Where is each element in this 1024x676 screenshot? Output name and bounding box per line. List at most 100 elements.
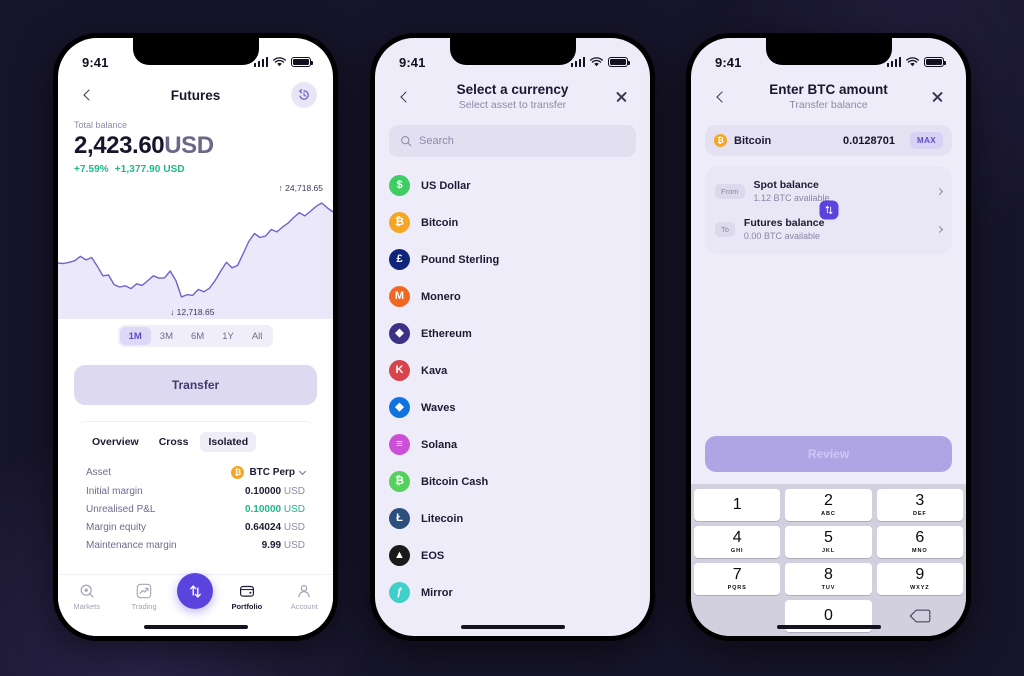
position-row-value: 9.99 USD	[262, 540, 305, 551]
period-chip-1y[interactable]: 1Y	[213, 327, 243, 345]
signal-bars-icon	[570, 57, 585, 67]
period-chip-6m[interactable]: 6M	[182, 327, 213, 345]
currency-name: Kava	[421, 364, 448, 377]
history-icon	[299, 89, 309, 100]
numeric-keypad[interactable]: 1 2 ABC 3 DEF 4 GHI 5 JKL 6 MNO 7 PQRS 8 TUV 9 WXYZ 0	[691, 484, 966, 636]
tab-portfolio-label: Portfolio	[231, 602, 263, 611]
to-subtitle: 0.00 BTC available	[743, 231, 820, 241]
keypad-key-8[interactable]: 8 TUV	[785, 563, 872, 595]
page-subtitle: Transfer balance	[789, 99, 868, 111]
transfer-fab[interactable]	[177, 573, 214, 609]
position-row-label: Margin equity	[86, 521, 147, 533]
panel-tab-cross[interactable]: Cross	[151, 432, 197, 452]
balance-change-abs: +1,377.90 USD	[114, 164, 185, 175]
notch	[765, 38, 892, 65]
close-icon	[615, 90, 628, 103]
keypad-digit: 8	[824, 566, 833, 584]
to-tag: To	[715, 221, 735, 237]
keypad-key-9[interactable]: 9 WXYZ	[876, 563, 963, 595]
screen2-title-wrap: Select a currency Select asset to transf…	[417, 82, 608, 111]
close-button[interactable]	[924, 84, 950, 110]
currency-row[interactable]: £ Pound Sterling	[389, 241, 636, 278]
period-chip-all[interactable]: All	[243, 327, 272, 345]
balance-chart[interactable]: ↑ 24,718.65 ↓ 12,718.65	[58, 183, 333, 319]
currency-row[interactable]: ◆ Waves	[389, 389, 636, 426]
position-row-unit: USD	[281, 485, 305, 497]
currency-row[interactable]: ◆ Ethereum	[389, 315, 636, 352]
currency-name: Bitcoin Cash	[421, 475, 489, 488]
screen1-header: Futures	[58, 78, 333, 118]
swap-button[interactable]	[819, 200, 838, 220]
transfer-button[interactable]: Transfer	[74, 365, 317, 405]
currency-row[interactable]: ƒ Mirror	[389, 574, 636, 611]
asset-selector[interactable]: ₿ BTC Perp	[231, 465, 307, 479]
currency-row[interactable]: M Monero	[389, 278, 636, 315]
keypad-key-4[interactable]: 4 GHI	[694, 526, 781, 558]
home-indicator	[143, 625, 248, 629]
currency-name: Pound Sterling	[421, 253, 500, 266]
eos-icon: ▲	[389, 545, 410, 566]
chart-low-label: ↓ 12,718.65	[170, 307, 215, 317]
markets-icon	[80, 584, 94, 598]
balance-change-pct: +7.59%	[74, 164, 109, 175]
screen-enter-amount: 9:41 Enter BTC amount Transfer balance ₿	[691, 38, 966, 636]
currency-row[interactable]: ₿ Bitcoin Cash	[389, 463, 636, 500]
period-chip-1m[interactable]: 1M	[119, 327, 151, 345]
battery-icon	[608, 57, 630, 67]
panel-tab-overview[interactable]: Overview	[84, 432, 147, 452]
back-button[interactable]	[707, 84, 733, 110]
wifi-icon	[906, 57, 919, 67]
screen-futures: 9:41 Futures Total balance 2,423.60USD +…	[58, 38, 333, 636]
tab-account[interactable]: Account	[280, 583, 328, 611]
currency-row[interactable]: Ł Litecoin	[389, 500, 636, 537]
keypad-key-6[interactable]: 6 MNO	[876, 526, 963, 558]
keypad-digit: 5	[824, 529, 833, 547]
keypad-key-5[interactable]: 5 JKL	[785, 526, 872, 558]
tab-trading-label: Trading	[131, 602, 157, 611]
to-title: Futures balance	[743, 217, 825, 229]
keypad-letters: GHI	[730, 547, 744, 554]
currency-row[interactable]: $ US Dollar	[389, 167, 636, 204]
signal-bars-icon	[253, 57, 268, 67]
panel-tab-isolated[interactable]: Isolated	[200, 432, 257, 452]
position-row-number: 0.10000	[244, 503, 282, 515]
currency-row[interactable]: ≡ Solana	[389, 426, 636, 463]
tab-portfolio[interactable]: Portfolio	[223, 583, 271, 611]
positions-tabs: Overview Cross Isolated	[84, 432, 307, 452]
search-input[interactable]: Search	[389, 125, 636, 157]
chevron-down-icon	[298, 467, 307, 475]
keypad-key-2[interactable]: 2 ABC	[785, 489, 872, 521]
tab-account-label: Account	[290, 602, 318, 611]
keypad-backspace[interactable]	[877, 600, 963, 632]
back-button[interactable]	[74, 82, 100, 108]
pound-sterling-icon: £	[389, 249, 410, 270]
period-chip-3m[interactable]: 3M	[151, 327, 182, 345]
position-row-label: Unrealised P&L	[86, 503, 156, 515]
keypad-digit: 2	[824, 492, 833, 510]
close-button[interactable]	[608, 84, 634, 110]
screen3-title-wrap: Enter BTC amount Transfer balance	[733, 82, 924, 111]
amount-card[interactable]: ₿ Bitcoin 0.0128701 MAX	[705, 125, 952, 156]
period-chips: 1M 3M 6M 1Y All	[117, 325, 274, 347]
currency-row[interactable]: ₿ Bitcoin	[389, 204, 636, 241]
bitcoin-icon: ₿	[231, 465, 245, 479]
back-button[interactable]	[391, 84, 417, 110]
keypad-key-3[interactable]: 3 DEF	[876, 489, 963, 521]
currency-row[interactable]: K Kava	[389, 352, 636, 389]
currency-list[interactable]: $ US Dollar ₿ Bitcoin £ Pound Sterling M Monero…	[375, 157, 650, 636]
history-button[interactable]	[291, 82, 317, 108]
tab-trading[interactable]: Trading	[120, 583, 168, 611]
tab-markets[interactable]: Markets	[63, 583, 111, 611]
keypad-key-1[interactable]: 1	[694, 489, 781, 521]
keypad-letters: TUV	[821, 584, 836, 591]
position-row: Initial margin 0.10000 USD	[84, 482, 307, 500]
currency-row[interactable]: ▲ EOS	[389, 537, 636, 574]
position-row-value: 0.10000 USD	[245, 504, 305, 515]
home-indicator	[776, 625, 881, 629]
review-button[interactable]: Review	[705, 436, 952, 472]
max-button[interactable]: MAX	[910, 132, 943, 149]
position-row-unit: USD	[281, 539, 305, 551]
keypad-digit: 7	[732, 566, 742, 584]
solana-icon: ≡	[389, 434, 410, 455]
keypad-key-7[interactable]: 7 PQRS	[694, 563, 781, 595]
